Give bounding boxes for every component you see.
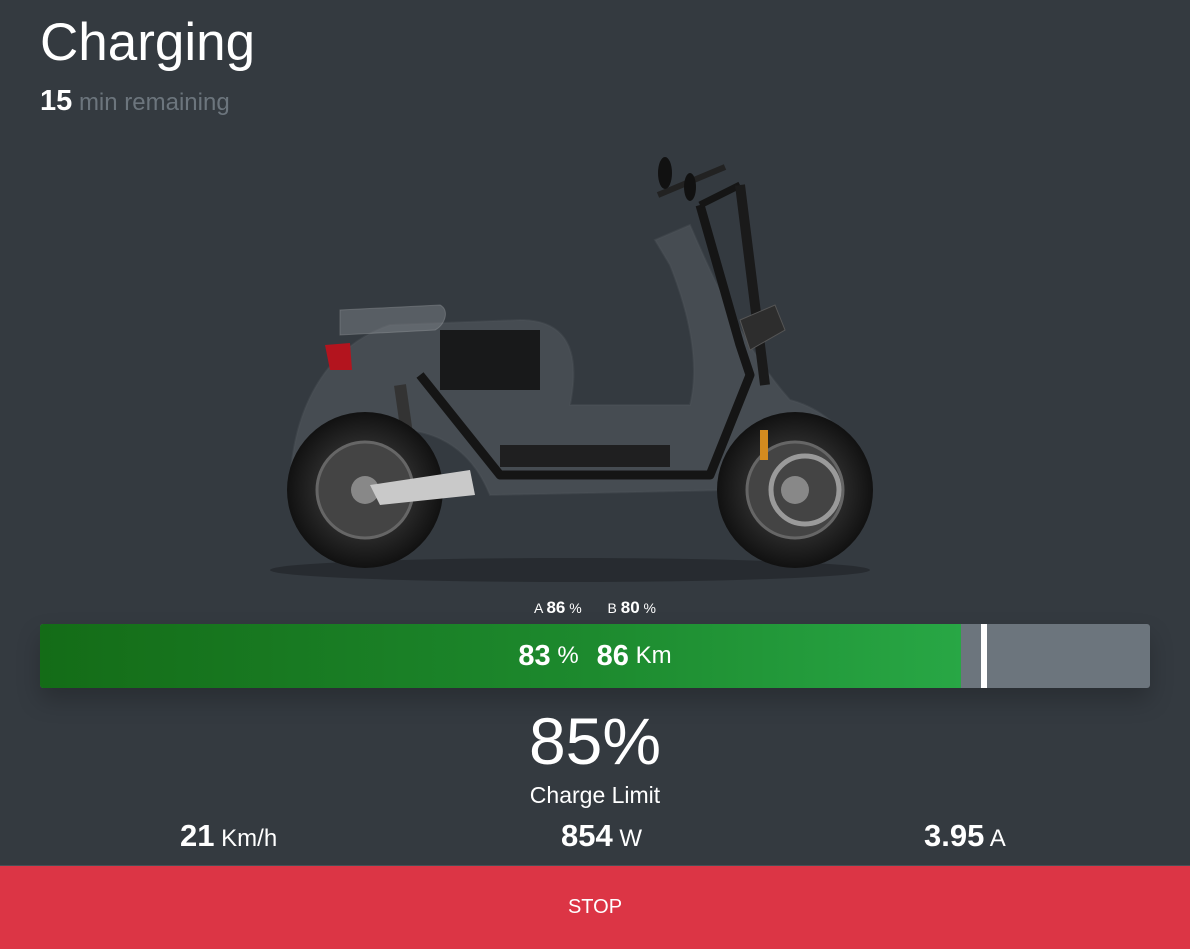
speed-unit: Km/h	[221, 825, 278, 852]
pack-b-unit: %	[643, 600, 656, 616]
power-value: 854	[561, 818, 613, 853]
charge-limit-unit: %	[602, 704, 662, 778]
charge-limit-label: Charge Limit	[529, 782, 661, 808]
pack-a-value: 86	[546, 598, 566, 617]
current-value: 3.95	[924, 818, 985, 853]
speed-value: 21	[180, 818, 215, 853]
time-remaining: 15 min remaining	[40, 85, 230, 118]
scooter-image	[270, 157, 873, 582]
pack-a-label: A	[533, 600, 543, 616]
battery-range-unit: Km	[635, 642, 672, 669]
pack-b-value: 80	[620, 598, 640, 617]
time-remaining-value: 15	[40, 85, 73, 117]
battery-percent-unit: %	[557, 642, 579, 669]
pack-a-unit: %	[569, 600, 582, 616]
battery-readout: 83 % 86 Km	[40, 624, 1150, 688]
stop-button[interactable]: STOP	[0, 866, 1190, 949]
charge-limit-value[interactable]: 85%	[0, 703, 1190, 779]
speed-stat: 21 Km/h	[180, 818, 277, 854]
page-title: Charging	[40, 13, 256, 72]
charge-limit-number: 85	[528, 704, 603, 778]
time-remaining-label: min remaining	[78, 89, 230, 116]
battery-bar: 83 % 86 Km	[40, 624, 1150, 688]
battery-packs: A 86 % B 80 %	[0, 598, 1190, 618]
current-unit: A	[989, 825, 1006, 852]
battery-range-value: 86	[596, 639, 629, 672]
pack-b-label: B	[607, 600, 617, 616]
battery-percent-value: 83	[518, 639, 551, 672]
power-stat: 854 W	[561, 818, 642, 854]
current-stat: 3.95 A	[924, 818, 1006, 854]
power-unit: W	[619, 825, 643, 852]
